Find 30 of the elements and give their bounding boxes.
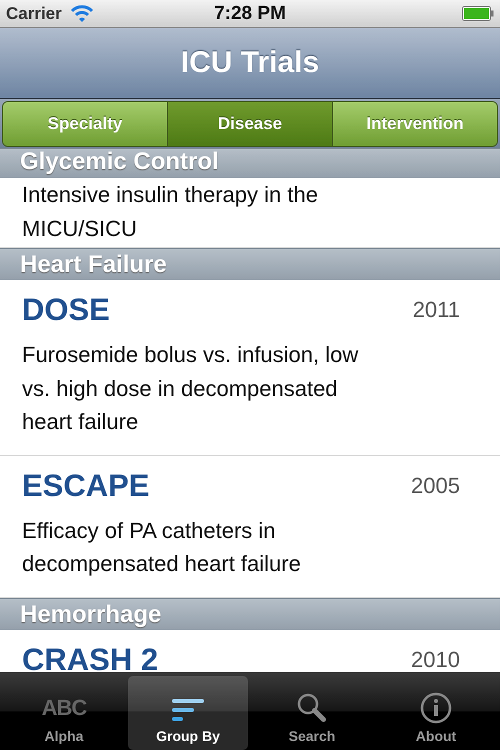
- trial-row[interactable]: DOSE 2011 Furosemide bolus vs. infusion, low vs. high dose in decompensated heart failure: [0, 280, 500, 456]
- carrier-name: Carrier: [6, 4, 62, 24]
- section-header: Heart Failure: [0, 248, 500, 280]
- tab-bar-item[interactable]: ABC Alpha: [4, 676, 124, 750]
- wifi-icon: [70, 5, 94, 22]
- tab-label: Group By: [156, 728, 220, 744]
- tab-bar-item[interactable]: Group By: [128, 676, 248, 750]
- trial-description: Intensive insulin therapy in the MICU/SICU: [22, 181, 319, 242]
- letters-icon: ABC: [42, 692, 86, 724]
- tab-bar-item[interactable]: Search: [252, 676, 372, 750]
- info-icon: [420, 692, 452, 724]
- tab-bar-item[interactable]: About: [376, 676, 496, 750]
- trial-description: Efficacy of PA catheters in decompensated heart failure: [22, 516, 302, 578]
- status-time: 7:28 PM: [214, 2, 286, 24]
- battery-icon: [462, 6, 494, 21]
- screen-title: ICU Trials: [180, 46, 320, 80]
- trial-name: DOSE: [22, 292, 110, 328]
- tab-label: About: [416, 728, 456, 744]
- section-header: Hemorrhage: [0, 598, 500, 630]
- tab-label: Alpha: [44, 728, 84, 744]
- tab-label: Search: [288, 728, 336, 744]
- trial-year: 2010: [411, 646, 460, 672]
- segment-tab[interactable]: Disease: [168, 102, 333, 146]
- trial-description: Furosemide bolus vs. infusion, low vs. high dose in decompensated heart failure: [22, 341, 360, 436]
- section-header: Glycemic Control: [0, 148, 500, 178]
- trial-year: 2005: [411, 472, 460, 498]
- trial-name: CRASH 2: [22, 642, 158, 672]
- search-icon: [296, 692, 328, 724]
- trial-name: ESCAPE: [22, 468, 150, 504]
- trial-year: 2011: [412, 297, 460, 323]
